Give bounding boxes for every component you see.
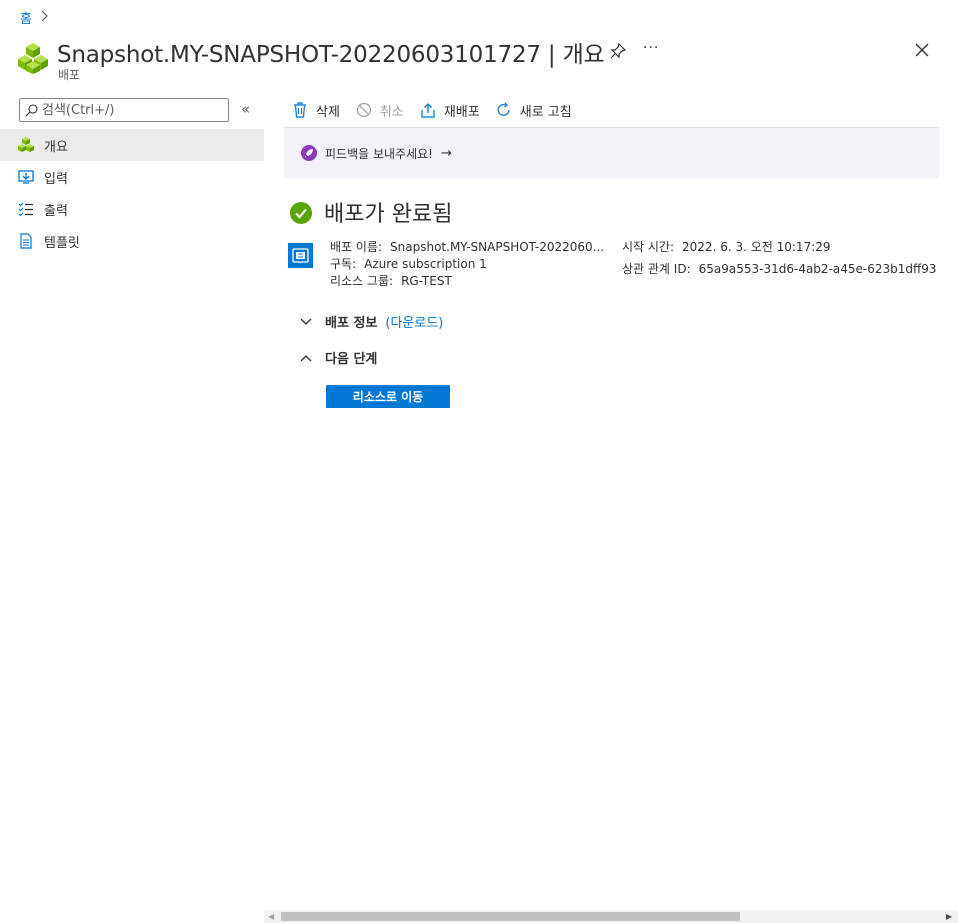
deployment-name-value: Snapshot.MY-SNAPSHOT-2022060... <box>390 240 605 254</box>
chevron-down-icon <box>299 315 313 329</box>
delete-button[interactable]: 삭제 <box>292 101 340 120</box>
sidebar-item-input[interactable]: 입력 <box>0 161 264 193</box>
download-link[interactable]: (다운로드) <box>385 312 443 331</box>
chevron-up-icon <box>299 351 313 365</box>
sidebar-item-label: 입력 <box>44 171 68 187</box>
input-monitor-icon <box>18 169 34 185</box>
sidebar-item-overview[interactable]: 개요 <box>0 129 264 161</box>
rocket-icon <box>301 145 317 161</box>
redeploy-label: 재배포 <box>443 104 480 120</box>
start-time-row: 시작 시간: 2022. 6. 3. 오전 10:17:29 <box>622 239 937 256</box>
resource-group-link[interactable]: RG-TEST <box>401 273 452 290</box>
refresh-button[interactable]: 새로 고침 <box>496 101 572 120</box>
start-time-label: 시작 시간: <box>622 240 675 254</box>
cancel-button[interactable]: 취소 <box>356 101 404 120</box>
subscription-row: 구독: Azure subscription 1 <box>330 256 604 273</box>
correlation-id-value: 65a9a553-31d6-4ab2-a45e-623b1dff93c <box>698 262 937 276</box>
pin-icon[interactable] <box>609 42 629 62</box>
breadcrumb-home-link[interactable]: 홈 <box>20 8 32 27</box>
resource-group-row: 리소스 그룹: RG-TEST <box>330 273 604 290</box>
feedback-banner[interactable]: 피드백을 보내주세요! → <box>284 128 939 178</box>
deployment-name-row: 배포 이름: Snapshot.MY-SNAPSHOT-2022060... <box>330 239 604 256</box>
status-title: 배포가 완료됨 <box>324 202 453 227</box>
deployment-cubes-icon <box>18 42 48 74</box>
template-document-icon <box>18 233 34 249</box>
deployment-details-left: 배포 이름: Snapshot.MY-SNAPSHOT-2022060... 구… <box>330 239 604 290</box>
refresh-icon <box>496 102 512 118</box>
resource-group-label: 리소스 그룹: <box>330 274 394 288</box>
search-box <box>19 98 229 122</box>
arrow-right-icon: → <box>441 145 452 161</box>
search-input[interactable] <box>42 102 222 118</box>
trash-icon <box>292 102 308 118</box>
sidebar-item-label: 출력 <box>44 203 68 219</box>
next-steps-title: 다음 단계 <box>325 352 378 367</box>
scrollbar-thumb[interactable] <box>281 912 740 921</box>
more-options-icon[interactable]: ··· <box>643 40 659 56</box>
chevron-right-icon <box>40 10 48 25</box>
sidebar-nav: 개요 입력 출력 템플릿 <box>0 129 264 257</box>
feedback-text: 피드백을 보내주세요! <box>325 146 433 161</box>
redeploy-button[interactable]: 재배포 <box>420 101 480 120</box>
sidebar-item-label: 템플릿 <box>44 235 80 251</box>
go-to-resource-button[interactable]: 리소스로 이동 <box>326 385 450 408</box>
output-list-icon <box>18 201 34 217</box>
correlation-id-label: 상관 관계 ID: <box>622 262 691 276</box>
success-check-icon <box>290 202 312 224</box>
deployment-details-right: 시작 시간: 2022. 6. 3. 오전 10:17:29 상관 관계 ID:… <box>622 239 937 283</box>
scroll-left-icon[interactable]: ◀ <box>268 912 274 921</box>
correlation-id-row: 상관 관계 ID: 65a9a553-31d6-4ab2-a45e-623b1d… <box>622 261 937 278</box>
deployment-name-label: 배포 이름: <box>330 240 383 254</box>
page-subtitle: 배포 <box>58 68 81 82</box>
deploy-details-section-toggle[interactable]: 배포 정보 (다운로드) <box>299 312 443 331</box>
subscription-label: 구독: <box>330 257 357 271</box>
search-icon <box>25 103 38 116</box>
next-steps-section-toggle[interactable]: 다음 단계 <box>299 348 377 367</box>
command-bar: 삭제 취소 재배포 새로 고침 <box>292 99 588 121</box>
cancel-label: 취소 <box>379 104 404 120</box>
deploy-details-title: 배포 정보 <box>325 316 378 331</box>
sidebar-item-template[interactable]: 템플릿 <box>0 225 264 257</box>
sidebar-item-output[interactable]: 출력 <box>0 193 264 225</box>
page-title: Snapshot.MY-SNAPSHOT-20220603101727 | 개요 <box>57 42 605 68</box>
start-time-value: 2022. 6. 3. 오전 10:17:29 <box>682 240 831 254</box>
refresh-label: 새로 고침 <box>519 104 572 120</box>
sidebar-item-label: 개요 <box>44 139 68 155</box>
delete-label: 삭제 <box>316 104 340 120</box>
overview-cubes-icon <box>18 137 34 153</box>
collapse-sidebar-icon[interactable]: « <box>241 100 250 118</box>
scroll-right-icon[interactable]: ▶ <box>946 912 952 921</box>
upload-icon <box>420 102 436 118</box>
deployment-icon <box>288 243 313 268</box>
cancel-icon <box>356 102 372 118</box>
subscription-link[interactable]: Azure subscription 1 <box>364 256 487 273</box>
breadcrumb: 홈 <box>20 8 48 27</box>
close-icon[interactable] <box>914 42 932 60</box>
